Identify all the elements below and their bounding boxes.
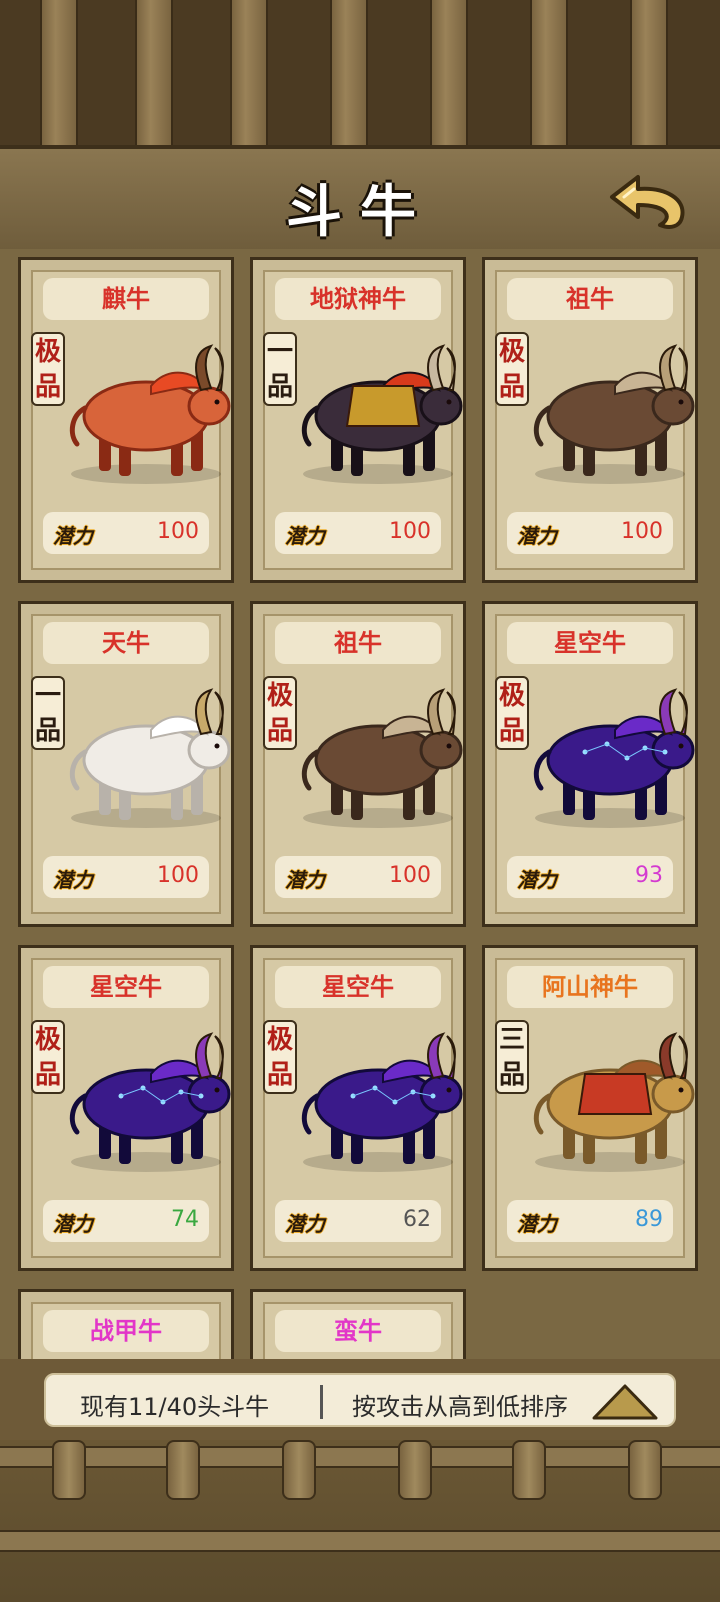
potential-label: 潜力: [53, 524, 93, 548]
bull-card[interactable]: 天牛一品潜力 100: [18, 601, 234, 927]
info-bar: 现有11/40头斗牛 按攻击从高到低排序: [44, 1373, 676, 1427]
potential-value: 74: [171, 1207, 199, 1232]
bull-card[interactable]: 星空牛极品潜力 74: [18, 945, 234, 1271]
potential-value: 100: [157, 863, 199, 888]
bull-card[interactable]: 地狱神牛一品潜力 100: [250, 257, 466, 583]
potential-value: 100: [389, 519, 431, 544]
bull-name: 蛮牛: [275, 1310, 441, 1352]
potential-label: 潜力: [517, 868, 557, 892]
bull-name: 星空牛: [43, 966, 209, 1008]
grade-text: 一品: [35, 681, 62, 746]
bull-card[interactable]: 星空牛极品潜力 62: [250, 945, 466, 1271]
potential-value: 100: [621, 519, 663, 544]
grade-badge: 一品: [263, 332, 297, 406]
grade-text: 极品: [35, 1025, 62, 1090]
bull-name: 星空牛: [275, 966, 441, 1008]
bull-name: 阿山神牛: [507, 966, 673, 1008]
grade-text: 极品: [35, 337, 62, 402]
bull-portrait: [283, 668, 463, 838]
potential-bar: 潜力 100: [275, 512, 441, 554]
top-fence: [0, 0, 720, 150]
potential-value: 89: [635, 1207, 663, 1232]
potential-value: 93: [635, 863, 663, 888]
potential-bar: 潜力 100: [275, 856, 441, 898]
grade-text: 极品: [499, 681, 526, 746]
grade-badge: 极品: [31, 332, 65, 406]
back-arrow-icon: [610, 175, 685, 229]
potential-label: 潜力: [285, 1212, 325, 1236]
potential-label: 潜力: [285, 524, 325, 548]
hell-bull-image: [301, 344, 463, 484]
potential-bar: 潜力 74: [43, 1200, 209, 1242]
ancestor-bull-image: [301, 688, 463, 828]
potential-label: 潜力: [517, 1212, 557, 1236]
bull-portrait: [51, 324, 231, 494]
bull-portrait: [51, 668, 231, 838]
potential-bar: 潜力 62: [275, 1200, 441, 1242]
potential-label: 潜力: [285, 868, 325, 892]
starry-bull-image: [69, 1032, 231, 1172]
potential-value: 100: [389, 863, 431, 888]
potential-label: 潜力: [53, 868, 93, 892]
bull-count: 现有11/40头斗牛: [80, 1393, 270, 1421]
potential-value: 62: [403, 1207, 431, 1232]
grade-text: 三品: [499, 1025, 526, 1090]
starry-bull-image: [533, 688, 695, 828]
bull-name: 战甲牛: [43, 1310, 209, 1352]
grade-text: 一品: [267, 337, 294, 402]
back-button[interactable]: [604, 171, 692, 231]
bull-card[interactable]: 星空牛极品潜力 93: [482, 601, 698, 927]
triangle-up-icon: [592, 1384, 658, 1420]
bull-portrait: [515, 668, 695, 838]
bull-card[interactable]: 麒牛极品潜力 100: [18, 257, 234, 583]
potential-bar: 潜力 89: [507, 1200, 673, 1242]
bull-name: 麒牛: [43, 278, 209, 320]
potential-label: 潜力: [53, 1212, 93, 1236]
bottom-fence: [0, 1440, 720, 1602]
bull-portrait: [51, 1012, 231, 1182]
grade-badge: 极品: [263, 1020, 297, 1094]
divider: [320, 1385, 323, 1419]
potential-bar: 潜力 100: [43, 856, 209, 898]
header-bar: 斗牛: [0, 145, 720, 253]
potential-value: 100: [157, 519, 199, 544]
bull-name: 祖牛: [507, 278, 673, 320]
ancestor-bull-image: [533, 344, 695, 484]
bull-portrait: [283, 1012, 463, 1182]
grade-text: 极品: [267, 681, 294, 746]
potential-bar: 潜力 100: [43, 512, 209, 554]
grade-badge: 极品: [495, 676, 529, 750]
bull-portrait: [283, 324, 463, 494]
grade-text: 极品: [267, 1025, 294, 1090]
grade-badge: 一品: [31, 676, 65, 750]
heaven-bull-image: [69, 688, 231, 828]
grade-badge: 三品: [495, 1020, 529, 1094]
bull-card[interactable]: 祖牛极品潜力 100: [482, 257, 698, 583]
bull-name: 星空牛: [507, 622, 673, 664]
grade-badge: 极品: [263, 676, 297, 750]
potential-bar: 潜力 100: [507, 512, 673, 554]
starry-bull-image: [301, 1032, 463, 1172]
potential-label: 潜力: [517, 524, 557, 548]
bull-name: 地狱神牛: [275, 278, 441, 320]
grade-badge: 极品: [495, 332, 529, 406]
bull-name: 天牛: [43, 622, 209, 664]
sort-label[interactable]: 按攻击从高到低排序: [352, 1387, 568, 1422]
bull-name: 祖牛: [275, 622, 441, 664]
grade-text: 极品: [499, 337, 526, 402]
bull-card[interactable]: 祖牛极品潜力 100: [250, 601, 466, 927]
bull-card[interactable]: 战甲牛: [18, 1289, 234, 1359]
grade-badge: 极品: [31, 1020, 65, 1094]
bull-portrait: [515, 1012, 695, 1182]
ashan-bull-image: [533, 1032, 695, 1172]
bull-card[interactable]: 阿山神牛三品潜力 89: [482, 945, 698, 1271]
qilin-bull-image: [69, 344, 231, 484]
bull-card[interactable]: 蛮牛: [250, 1289, 466, 1359]
bull-list: 麒牛 极品 潜力 100 地狱神牛 一品 潜力 100 祖牛 极品 潜力 100 天牛 一品 潜力 100 祖牛…: [0, 249, 720, 1359]
potential-bar: 潜力 93: [507, 856, 673, 898]
sort-toggle-button[interactable]: [590, 1383, 660, 1421]
bull-portrait: [515, 324, 695, 494]
